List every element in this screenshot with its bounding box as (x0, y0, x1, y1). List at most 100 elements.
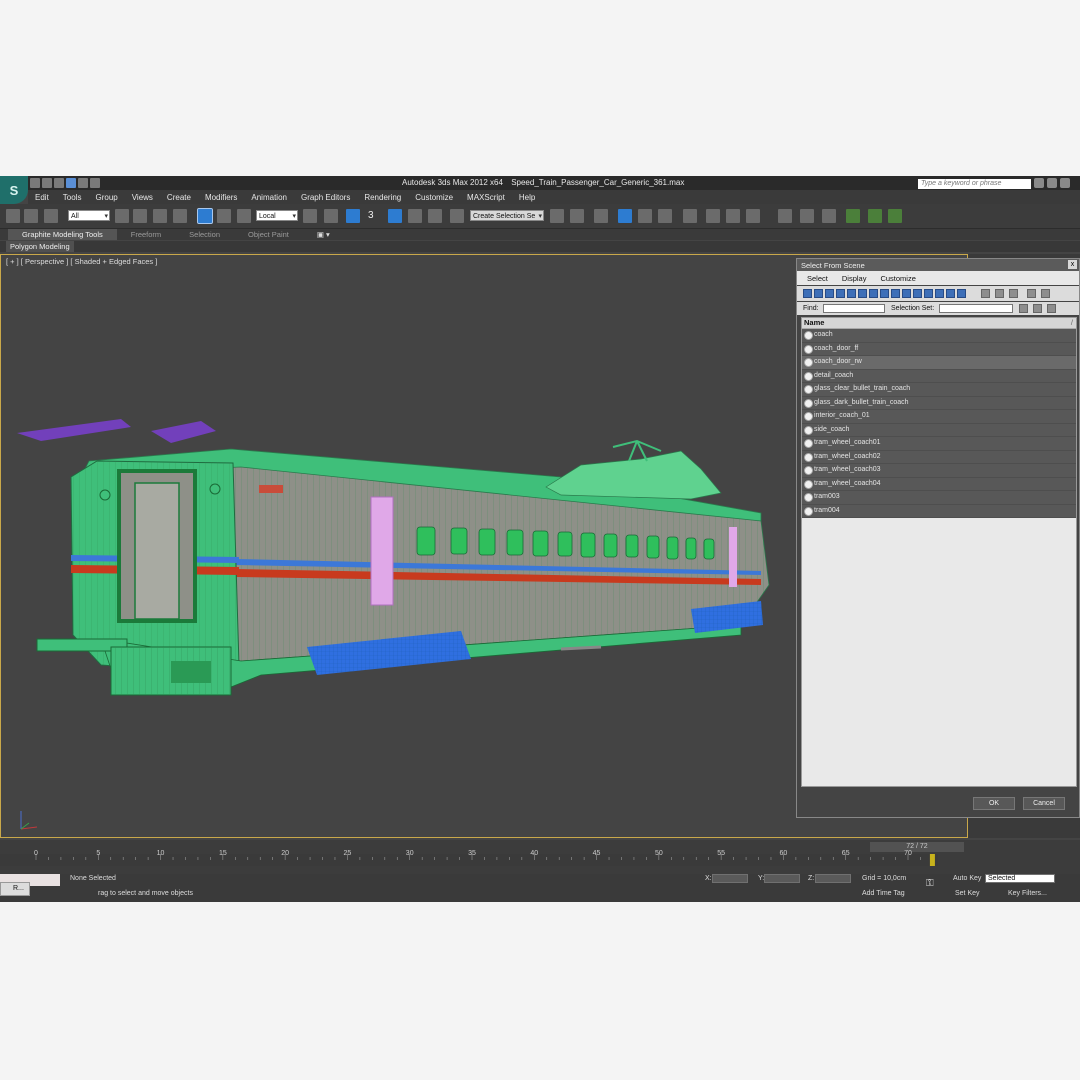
rectangular-selection-icon[interactable] (153, 209, 167, 223)
select-by-name-icon[interactable] (133, 209, 147, 223)
dialog-menu-select[interactable]: Select (807, 274, 828, 283)
save-file-icon[interactable] (54, 178, 64, 188)
link-icon[interactable] (6, 209, 20, 223)
select-none-icon[interactable] (995, 289, 1004, 298)
selection-set-dropdown[interactable] (939, 304, 1013, 313)
graphite-toggle-icon[interactable] (618, 209, 632, 223)
filter-options-icon[interactable] (1041, 289, 1050, 298)
mirror-icon[interactable] (550, 209, 564, 223)
key-filters-button[interactable]: Key Filters... (1008, 890, 1047, 897)
list-item[interactable]: tram_wheel_coach01 (802, 437, 1076, 451)
list-item[interactable]: side_coach (802, 423, 1076, 437)
pivot-center-icon[interactable] (303, 209, 317, 223)
menu-views[interactable]: Views (132, 193, 153, 202)
menu-tools[interactable]: Tools (63, 193, 82, 202)
key-mode-dropdown[interactable]: Selected (985, 874, 1055, 883)
select-all-icon[interactable] (981, 289, 990, 298)
list-item[interactable]: tram003 (802, 491, 1076, 505)
object-list[interactable]: Name / coach coach_door_ff coach_door_rw de… (801, 317, 1077, 787)
ribbon-options-icon[interactable]: ▣ ▾ (303, 230, 344, 239)
panel-polygon-modeling[interactable]: Polygon Modeling (6, 241, 74, 252)
key-icon[interactable]: ⚿ (926, 878, 942, 890)
menu-animation[interactable]: Animation (251, 193, 287, 202)
keyboard-shortcut-override-icon[interactable] (346, 209, 360, 223)
list-item[interactable]: coach_door_rw (802, 356, 1076, 370)
tab-graphite-modeling-tools[interactable]: Graphite Modeling Tools (8, 229, 117, 240)
list-item[interactable]: coach_door_ff (802, 342, 1076, 356)
display-invert-icon[interactable] (957, 289, 966, 298)
new-file-icon[interactable] (30, 178, 40, 188)
rendered-frame-window-icon[interactable] (726, 209, 740, 223)
menu-group[interactable]: Group (95, 193, 117, 202)
select-and-scale-icon[interactable] (237, 209, 251, 223)
select-object-icon[interactable] (115, 209, 129, 223)
extra-tool-5-icon[interactable] (868, 209, 882, 223)
dialog-menu-customize[interactable]: Customize (880, 274, 915, 283)
menu-rendering[interactable]: Rendering (364, 193, 401, 202)
auto-key-button[interactable]: Auto Key (953, 875, 981, 882)
tab-selection[interactable]: Selection (175, 230, 234, 239)
extra-tool-6-icon[interactable] (888, 209, 902, 223)
list-item[interactable]: coach (802, 329, 1076, 343)
menu-maxscript[interactable]: MAXScript (467, 193, 505, 202)
menu-customize[interactable]: Customize (415, 193, 453, 202)
cancel-button[interactable]: Cancel (1023, 797, 1065, 810)
display-shapes-icon[interactable] (814, 289, 823, 298)
help-icon[interactable] (1060, 178, 1070, 188)
layer-manager-icon[interactable] (594, 209, 608, 223)
align-icon[interactable] (570, 209, 584, 223)
ok-button[interactable]: OK (973, 797, 1015, 810)
list-item[interactable]: detail_coach (802, 369, 1076, 383)
display-lights-icon[interactable] (825, 289, 834, 298)
open-file-icon[interactable] (42, 178, 52, 188)
edit-named-selections-icon[interactable] (450, 209, 464, 223)
menu-create[interactable]: Create (167, 193, 191, 202)
track-bar[interactable]: 0 5 10 15 20 25 30 35 40 45 50 55 60 65 70 (0, 850, 938, 866)
percent-snap-icon[interactable] (408, 209, 422, 223)
list-item[interactable]: interior_coach_01 (802, 410, 1076, 424)
extra-tool-4-icon[interactable] (846, 209, 860, 223)
display-frozen-icon[interactable] (913, 289, 922, 298)
display-none-icon[interactable] (946, 289, 955, 298)
extra-tool-2-icon[interactable] (800, 209, 814, 223)
select-and-move-icon[interactable] (197, 208, 213, 224)
star-icon[interactable] (1047, 178, 1057, 188)
selection-set-icon-1[interactable] (1019, 304, 1028, 313)
unlink-icon[interactable] (24, 209, 38, 223)
spinner-snap-icon[interactable] (428, 209, 442, 223)
material-editor-icon[interactable] (683, 209, 697, 223)
menu-modifiers[interactable]: Modifiers (205, 193, 237, 202)
window-crossing-icon[interactable] (173, 209, 187, 223)
list-item[interactable]: tram_wheel_coach04 (802, 477, 1076, 491)
list-item[interactable]: glass_dark_bullet_train_coach (802, 396, 1076, 410)
display-xrefs-icon[interactable] (880, 289, 889, 298)
add-time-tag[interactable]: Add Time Tag (862, 890, 905, 897)
list-item[interactable]: glass_clear_bullet_train_coach (802, 383, 1076, 397)
select-and-manipulate-icon[interactable] (324, 209, 338, 223)
name-column-header[interactable]: Name / (802, 318, 1076, 329)
display-groups-icon[interactable] (869, 289, 878, 298)
project-folder-icon[interactable] (90, 178, 100, 188)
select-and-rotate-icon[interactable] (217, 209, 231, 223)
selection-filter-dropdown[interactable]: All (68, 210, 110, 222)
render-production-icon[interactable] (746, 209, 760, 223)
undo-icon[interactable] (66, 178, 76, 188)
named-selection-set-dropdown[interactable]: Create Selection Se (470, 210, 544, 222)
search-input[interactable]: Type a keyword or phrase (918, 179, 1031, 189)
menu-edit[interactable]: Edit (35, 193, 49, 202)
list-item[interactable]: tram_wheel_coach02 (802, 450, 1076, 464)
schematic-view-icon[interactable] (658, 209, 672, 223)
select-invert-icon[interactable] (1009, 289, 1018, 298)
selection-set-icon-3[interactable] (1047, 304, 1056, 313)
render-setup-icon[interactable] (706, 209, 720, 223)
find-input[interactable] (823, 304, 885, 313)
curve-editor-icon[interactable] (638, 209, 652, 223)
set-key-button[interactable]: Set Key (955, 890, 980, 897)
tab-freeform[interactable]: Freeform (117, 230, 175, 239)
x-coordinate-field[interactable] (712, 874, 748, 883)
taskbar-item[interactable]: R... (0, 882, 30, 896)
display-containers-icon[interactable] (902, 289, 911, 298)
z-coordinate-field[interactable] (815, 874, 851, 883)
snaps-toggle-icon[interactable]: 3 (368, 209, 382, 223)
redo-icon[interactable] (78, 178, 88, 188)
